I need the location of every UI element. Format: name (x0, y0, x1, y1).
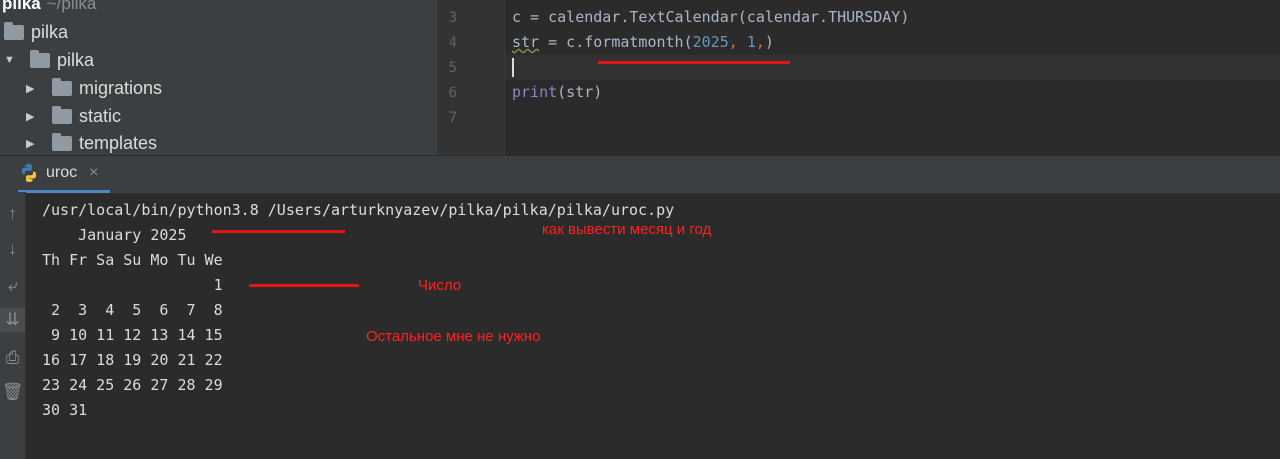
tree-item-label: pilka (57, 49, 95, 70)
annotation-underline-args (598, 61, 790, 64)
console-week-row: 23 24 25 26 27 28 29 (42, 376, 223, 394)
collapsed-arrow-icon[interactable]: ▶ (26, 110, 36, 123)
scroll-to-end-icon[interactable]: ⇊ (0, 308, 25, 332)
expanded-arrow-icon[interactable]: ▼ (4, 54, 15, 66)
code-line-4[interactable]: str = c.formatmonth(2025, 1,) (512, 30, 774, 55)
tree-item-pilka-root[interactable]: pilka (4, 19, 68, 45)
run-tab-label: uroc (46, 164, 78, 181)
current-line-highlight (505, 55, 1280, 80)
line-number-gutter: 3 4 5 6 7 (437, 0, 505, 155)
annotation-line-number (249, 284, 359, 287)
code-token-call: = c.formatmonth( (539, 33, 693, 51)
collapsed-arrow-icon[interactable]: ▶ (26, 137, 36, 150)
run-tab-uroc[interactable]: uroc × (18, 156, 111, 193)
code-token-comma: , (755, 33, 765, 51)
code-token-year: 2025 (692, 33, 729, 51)
folder-icon (52, 105, 72, 124)
code-token-paren: ) (764, 33, 774, 51)
arrow-up-icon[interactable]: ↑ (0, 202, 25, 226)
line-number: 6 (448, 85, 457, 101)
run-tab-bar: uroc × (0, 155, 1280, 194)
code-editor[interactable]: 3 4 5 6 7 c = calendar.TextCalendar(cale… (437, 0, 1280, 155)
console-week-row: 30 31 (42, 401, 88, 419)
annotation-note-number: Число (418, 277, 462, 294)
tree-item-label: templates (79, 132, 158, 153)
tree-item-label: pilka (31, 21, 69, 42)
line-number: 7 (448, 110, 457, 126)
folder-icon (4, 21, 24, 40)
console-weekday-header: Th Fr Sa Su Mo Tu We (42, 251, 223, 269)
line-number: 3 (448, 10, 457, 26)
line-number: 5 (448, 60, 457, 76)
tree-item-label: migrations (79, 77, 163, 98)
close-icon[interactable]: × (89, 164, 98, 182)
annotation-note-rest: Остальное мне не нужно (366, 328, 541, 345)
trash-icon[interactable]: 🗑 (0, 380, 25, 404)
tree-item-label: static (79, 105, 122, 126)
annotation-line-month (212, 230, 345, 233)
code-line-3[interactable]: c = calendar.TextCalendar(calendar.THURS… (512, 5, 909, 30)
project-name: pilka (2, 0, 41, 13)
code-token-args: (str) (557, 83, 603, 101)
tree-item-static[interactable]: ▶ static (26, 103, 121, 129)
project-tree: pilka ~/pilka pilka ▼ pilka ▶ migrations … (0, 0, 437, 155)
collapsed-arrow-icon[interactable]: ▶ (26, 82, 36, 95)
python-icon (21, 164, 37, 182)
console-command-line: /usr/local/bin/python3.8 /Users/arturkny… (42, 201, 675, 219)
console-week-row: 9 10 11 12 13 14 15 (42, 326, 223, 344)
console-week-row: 1 (42, 276, 223, 294)
console-week-row: 2 3 4 5 6 7 8 (42, 301, 223, 319)
text-caret (512, 58, 514, 77)
folder-icon (30, 49, 50, 68)
annotation-note-month-year: как вывести месяц и год (542, 221, 712, 238)
code-token-print: print (512, 83, 558, 101)
folder-icon (52, 132, 72, 151)
print-icon[interactable]: ⎙ (0, 346, 25, 370)
code-token-month: 1 (746, 33, 756, 51)
tree-item-migrations[interactable]: ▶ migrations (26, 75, 162, 101)
project-header: pilka ~/pilka (2, 0, 96, 16)
console-week-row: 16 17 18 19 20 21 22 (42, 351, 223, 369)
project-path: ~/pilka (46, 0, 97, 13)
soft-wrap-icon[interactable]: ⤶ (0, 274, 25, 298)
line-number: 4 (448, 35, 457, 51)
folder-icon (52, 77, 72, 96)
code-token-variable: str (512, 33, 540, 51)
arrow-down-icon[interactable]: ↓ (0, 237, 25, 261)
code-line-6[interactable]: print(str) (512, 80, 602, 105)
code-token-comma: , (728, 33, 747, 51)
tree-item-templates[interactable]: ▶ templates (26, 130, 157, 155)
run-side-toolbar: ↑ ↓ ⤶ ⇊ ⎙ 🗑 (0, 192, 26, 459)
tree-item-pilka[interactable]: ▼ pilka (4, 47, 94, 73)
